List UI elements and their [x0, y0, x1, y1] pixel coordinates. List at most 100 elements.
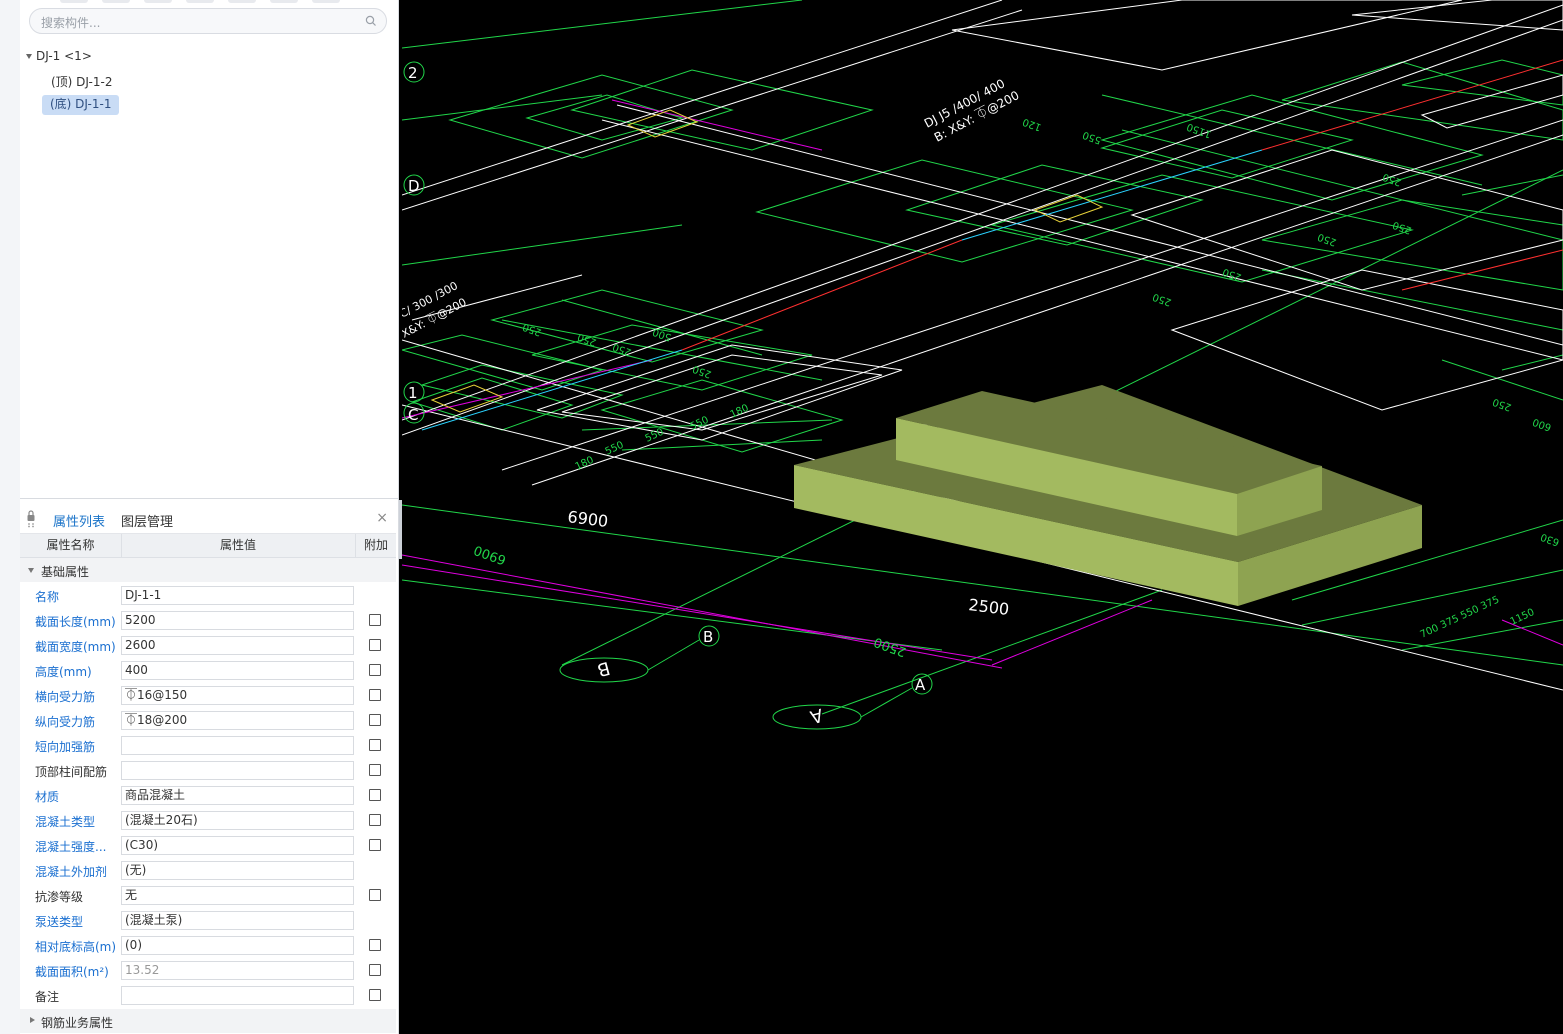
property-value-input[interactable]: 400 — [121, 661, 354, 680]
group-label: 钢筋业务属性 — [41, 1016, 114, 1030]
property-name: 截面宽度(mm) — [35, 640, 116, 654]
close-icon[interactable]: × — [376, 510, 388, 526]
group-label: 基础属性 — [41, 565, 90, 579]
dim-2500: 2500 — [968, 595, 1011, 619]
property-value-input[interactable]: (混凝土泵) — [121, 911, 354, 930]
axis-label-B: B — [703, 628, 713, 646]
extra-checkbox[interactable] — [369, 714, 381, 726]
svg-text:250: 250 — [1221, 266, 1243, 283]
left-panel: 搜索构件... DJ-1 <1> (顶) DJ-1-2 (底) DJ-1-1 属… — [20, 0, 399, 1034]
extra-checkbox[interactable] — [369, 789, 381, 801]
extra-checkbox[interactable] — [369, 839, 381, 851]
property-value-input[interactable]: 5200 — [121, 611, 354, 630]
extra-checkbox[interactable] — [369, 664, 381, 676]
svg-text:500: 500 — [651, 326, 673, 343]
extra-checkbox[interactable] — [369, 989, 381, 1001]
svg-text:250: 250 — [1151, 291, 1173, 308]
extra-checkbox[interactable] — [369, 939, 381, 951]
property-value-input[interactable]: ⏁18@200 — [121, 711, 354, 730]
tree-root-node[interactable]: DJ-1 <1> — [36, 49, 92, 63]
tab-layers[interactable]: 图层管理 — [121, 511, 173, 530]
search-icon[interactable] — [365, 15, 377, 30]
property-value-input[interactable]: 13.52 — [121, 961, 354, 980]
tab-properties[interactable]: 属性列表 — [53, 511, 105, 530]
extra-checkbox[interactable] — [369, 764, 381, 776]
property-row: 横向受力筋 ⏁16@150 — [20, 683, 396, 708]
property-value-input[interactable]: (C30) — [121, 836, 354, 855]
property-row: 混凝土强度... (C30) — [20, 833, 396, 858]
property-value-input[interactable]: (混凝土20石) — [121, 811, 354, 830]
tree-expand-icon[interactable] — [26, 54, 32, 59]
svg-text:550: 550 — [1081, 129, 1103, 146]
property-name: 材质 — [35, 790, 60, 804]
column-header-extra: 附加 — [363, 538, 388, 552]
extra-checkbox[interactable] — [369, 889, 381, 901]
property-value-input[interactable]: DJ-1-1 — [121, 586, 354, 605]
extra-checkbox[interactable] — [369, 639, 381, 651]
svg-text:250: 250 — [1316, 231, 1338, 248]
property-row: 抗渗等级 无 — [20, 883, 396, 908]
property-value-input[interactable]: 商品混凝土 — [121, 786, 354, 805]
property-name: 顶部柱间配筋 — [35, 765, 108, 779]
axis-label-2: 2 — [408, 64, 418, 82]
group-rebar-properties[interactable]: 钢筋业务属性 — [20, 1009, 396, 1033]
axis-bubble-A: A — [807, 704, 825, 728]
axis-label-A: A — [915, 676, 926, 694]
axis-label-1: 1 — [408, 384, 418, 402]
property-value-input[interactable]: (无) — [121, 861, 354, 880]
divider — [20, 498, 398, 499]
svg-text:250: 250 — [576, 331, 598, 348]
extra-checkbox[interactable] — [369, 964, 381, 976]
svg-text:120: 120 — [1021, 116, 1043, 133]
extra-checkbox[interactable] — [369, 739, 381, 751]
property-row: 截面长度(mm) 5200 — [20, 608, 396, 633]
property-name: 短向加强筋 — [35, 740, 96, 754]
property-row: 泵送类型 (混凝土泵) — [20, 908, 396, 933]
property-row: 截面面积(m²) 13.52 — [20, 958, 396, 983]
tree-node-top[interactable]: (顶) DJ-1-2 — [51, 73, 112, 90]
extra-checkbox[interactable] — [369, 614, 381, 626]
pin-icon[interactable] — [26, 510, 36, 531]
property-value-input[interactable]: ⏁16@150 — [121, 686, 354, 705]
property-value-input[interactable]: 无 — [121, 886, 354, 905]
property-value-input[interactable] — [121, 736, 354, 755]
property-row: 相对底标高(m) (0) — [20, 933, 396, 958]
search-placeholder: 搜索构件... — [41, 16, 101, 30]
property-row: 材质 商品混凝土 — [20, 783, 396, 808]
property-value-input[interactable]: (0) — [121, 936, 354, 955]
svg-text:250: 250 — [611, 341, 633, 358]
property-value-input[interactable] — [121, 986, 354, 1005]
extra-checkbox[interactable] — [369, 814, 381, 826]
property-value-input[interactable] — [121, 761, 354, 780]
property-value-input[interactable]: 2600 — [121, 636, 354, 655]
property-name: 截面面积(m²) — [35, 965, 109, 979]
property-table-header: 属性名称 属性值 附加 — [20, 534, 396, 558]
svg-text:630: 630 — [1539, 531, 1561, 548]
svg-text:250: 250 — [1381, 171, 1403, 188]
property-row: 截面宽度(mm) 2600 — [20, 633, 396, 658]
property-row: 混凝土类型 (混凝土20石) — [20, 808, 396, 833]
column-header-value: 属性值 — [121, 534, 356, 557]
property-name: 截面长度(mm) — [35, 615, 116, 629]
axis-label-D: D — [408, 177, 420, 195]
dim-6900: 6900 — [567, 507, 610, 531]
property-name: 混凝土外加剂 — [35, 865, 108, 879]
svg-text:550: 550 — [604, 440, 626, 458]
property-row: 名称 DJ-1-1 — [20, 583, 396, 608]
svg-text:250: 250 — [1491, 396, 1513, 413]
group-basic-properties[interactable]: 基础属性 — [20, 558, 396, 582]
axis-label-C: C — [408, 406, 418, 424]
property-row: 短向加强筋 — [20, 733, 396, 758]
expand-arrow-icon[interactable] — [30, 1017, 35, 1023]
property-name: 混凝土类型 — [35, 815, 96, 829]
collapse-arrow-icon[interactable] — [28, 568, 34, 573]
property-row: 顶部柱间配筋 — [20, 758, 396, 783]
svg-text:1150: 1150 — [1185, 120, 1213, 139]
cad-drawing[interactable]: 2 D 1 C B A B A 6900 2500 6900 2500 DJ J… — [402, 0, 1563, 1034]
tree-node-bottom-selected[interactable]: (底) DJ-1-1 — [42, 95, 120, 115]
cad-3d-viewport[interactable]: 2 D 1 C B A B A 6900 2500 6900 2500 DJ J… — [402, 0, 1563, 1034]
axis-bubble-B: B — [595, 657, 612, 680]
property-name: 备注 — [35, 990, 60, 1004]
extra-checkbox[interactable] — [369, 689, 381, 701]
search-input[interactable]: 搜索构件... — [29, 8, 387, 34]
